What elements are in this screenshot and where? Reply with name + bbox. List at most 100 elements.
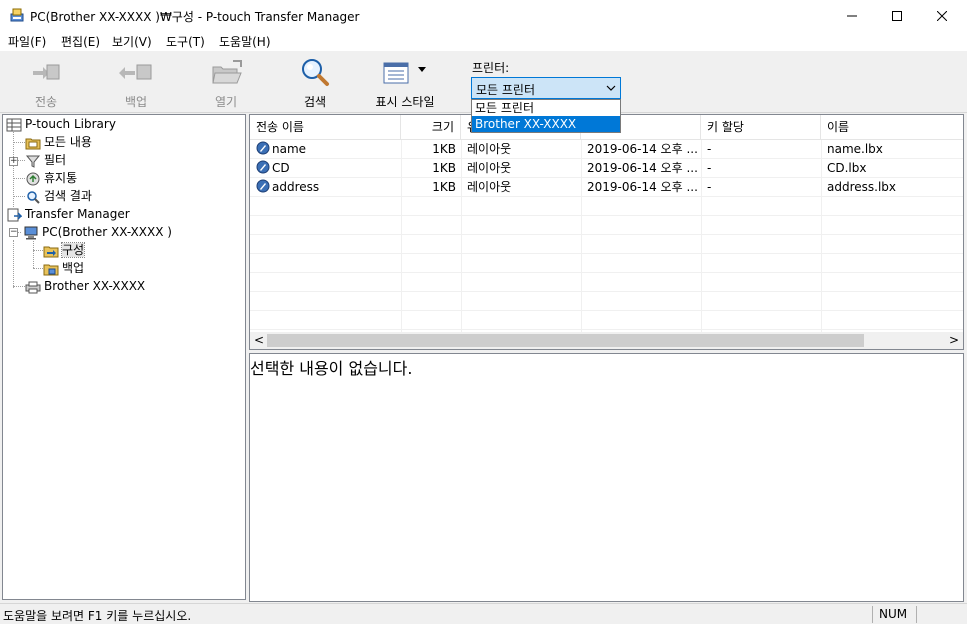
display-style-icon <box>383 62 426 84</box>
chevron-down-icon <box>606 85 616 91</box>
scrollbar-thumb[interactable] <box>267 334 864 347</box>
table-row[interactable]: CD 1KB 레이아웃 2019-06-14 오후 ... - CD.lbx <box>250 159 963 178</box>
folder-icon <box>25 138 41 149</box>
cell-type: 레이아웃 <box>467 142 512 156</box>
close-icon <box>937 10 947 21</box>
layout-file-icon <box>256 159 270 178</box>
tree-label-filter: 필터 <box>44 153 67 167</box>
printer-select[interactable]: 모든 프린터 <box>471 77 621 99</box>
status-help-text: 도움말을 보려면 F1 키를 누르십시오. <box>3 609 192 623</box>
search-label: 검색 <box>303 95 327 109</box>
menu-tools[interactable]: 도구(T) <box>166 33 205 50</box>
transfer-icon <box>33 64 60 80</box>
tree-item-filter[interactable]: 필터 <box>25 152 66 169</box>
computer-icon <box>24 226 38 239</box>
tree-item-search-results[interactable]: 검색 결과 <box>25 188 92 205</box>
printer-option-brother[interactable]: Brother XX-XXXX <box>472 116 620 132</box>
open-label: 열기 <box>214 95 238 109</box>
cell-transfer-name: CD <box>272 161 290 175</box>
menu-edit[interactable]: 편집(E) <box>61 33 100 50</box>
title-bar: PC(Brother XX-XXXX )₩구성 - P-touch Transf… <box>0 0 967 31</box>
layout-file-icon <box>256 178 270 197</box>
cell-type: 레이아웃 <box>467 180 512 194</box>
menu-help[interactable]: 도움말(H) <box>219 33 271 50</box>
cell-date: 2019-06-14 오후 ... <box>587 142 697 156</box>
preview-message: 선택한 내용이 없습니다. <box>250 359 413 378</box>
printer-dropdown-list: 모든 프린터 Brother XX-XXXX <box>471 99 621 133</box>
tree-item-pc[interactable]: PC(Brother XX-XXXX ) <box>23 224 172 241</box>
cell-name: address.lbx <box>827 180 897 194</box>
transfer-manager-icon <box>7 208 22 221</box>
column-transfer-name[interactable]: 전송 이름 <box>250 115 401 140</box>
tree-label-pc: PC(Brother XX-XXXX ) <box>42 225 172 239</box>
close-button[interactable] <box>919 0 965 31</box>
display-style-label: 표시 스타일 <box>375 95 435 109</box>
backup-button[interactable]: 백업 <box>112 57 160 109</box>
transfer-button[interactable]: 전송 <box>22 57 70 109</box>
cell-date: 2019-06-14 오후 ... <box>587 180 697 194</box>
filter-icon <box>25 155 41 168</box>
tree-expander-pc[interactable]: − <box>9 228 18 237</box>
trash-icon <box>26 172 40 185</box>
scroll-left-button[interactable]: < <box>254 333 264 347</box>
cell-key: - <box>707 180 712 194</box>
tree-item-trash[interactable]: 휴지통 <box>25 170 77 187</box>
navigation-tree: P-touch Library 모든 내용 + 필터 휴지통 검색 결과 Tra… <box>2 114 246 600</box>
backup-label: 백업 <box>124 95 148 109</box>
preview-pane: 선택한 내용이 없습니다. <box>249 353 964 602</box>
column-key-assignment[interactable]: 키 할당 <box>701 115 821 140</box>
search-button[interactable]: 검색 <box>291 57 339 109</box>
tree-label-transfer-manager: Transfer Manager <box>25 207 130 221</box>
tree-label-configuration: 구성 <box>60 242 86 258</box>
tree-label-all-contents: 모든 내용 <box>44 135 92 149</box>
printer-label: 프린터: <box>472 61 510 75</box>
tree-label-backup: 백업 <box>62 261 85 275</box>
maximize-icon <box>892 10 902 21</box>
cell-key: - <box>707 142 712 156</box>
cell-size: 1KB <box>432 161 456 175</box>
cell-size: 1KB <box>432 180 456 194</box>
cell-transfer-name: address <box>272 180 320 194</box>
magnifier-icon <box>27 190 40 204</box>
status-pane-empty <box>916 606 964 623</box>
tree-item-printer[interactable]: Brother XX-XXXX <box>25 278 145 295</box>
table-row[interactable]: name 1KB 레이아웃 2019-06-14 오후 ... - name.l… <box>250 140 963 159</box>
tree-label-search-results: 검색 결과 <box>44 189 92 203</box>
app-icon <box>10 8 24 22</box>
window-title: PC(Brother XX-XXXX )₩구성 - P-touch Transf… <box>30 10 360 24</box>
chevron-down-icon <box>418 67 426 72</box>
printer-select-value: 모든 프린터 <box>476 83 536 97</box>
tree-item-all-contents[interactable]: 모든 내용 <box>25 134 92 151</box>
menu-file[interactable]: 파일(F) <box>8 33 46 50</box>
status-bar: 도움말을 보려면 F1 키를 누르십시오. NUM <box>0 603 967 624</box>
display-style-button[interactable]: 표시 스타일 <box>370 57 440 109</box>
tree-item-configuration[interactable]: 구성 <box>43 242 86 259</box>
backup-folder-icon <box>43 264 59 275</box>
cell-name: CD.lbx <box>827 161 867 175</box>
tree-label-trash: 휴지통 <box>44 171 78 185</box>
tree-label-library: P-touch Library <box>25 117 116 131</box>
num-lock-indicator: NUM <box>872 606 916 623</box>
tree-label-printer: Brother XX-XXXX <box>44 279 146 293</box>
printer-icon <box>25 281 41 293</box>
tree-expander-filter[interactable]: + <box>9 157 18 166</box>
horizontal-scrollbar[interactable]: < > <box>250 332 963 349</box>
open-button[interactable]: 열기 <box>202 57 250 109</box>
configuration-icon <box>43 246 59 257</box>
column-name[interactable]: 이름 <box>821 115 963 140</box>
file-list: 전송 이름 크기 유 날 키 할당 이름 name 1KB 레이아웃 2019-… <box>249 114 964 350</box>
column-size[interactable]: 크기 <box>401 115 461 140</box>
maximize-button[interactable] <box>874 0 920 31</box>
tree-item-transfer-manager[interactable]: Transfer Manager <box>6 206 130 223</box>
printer-option-all[interactable]: 모든 프린터 <box>472 100 620 116</box>
minimize-button[interactable] <box>829 0 875 31</box>
open-icon <box>212 60 242 84</box>
scroll-right-button[interactable]: > <box>949 333 959 347</box>
menu-view[interactable]: 보기(V) <box>112 33 152 50</box>
menu-bar: 파일(F) 편집(E) 보기(V) 도구(T) 도움말(H) <box>0 31 967 51</box>
tree-item-backup[interactable]: 백업 <box>43 260 84 277</box>
tree-item-library[interactable]: P-touch Library <box>6 116 116 133</box>
table-row[interactable]: address 1KB 레이아웃 2019-06-14 오후 ... - add… <box>250 178 963 197</box>
layout-file-icon <box>256 140 270 159</box>
cell-transfer-name: name <box>272 142 307 156</box>
